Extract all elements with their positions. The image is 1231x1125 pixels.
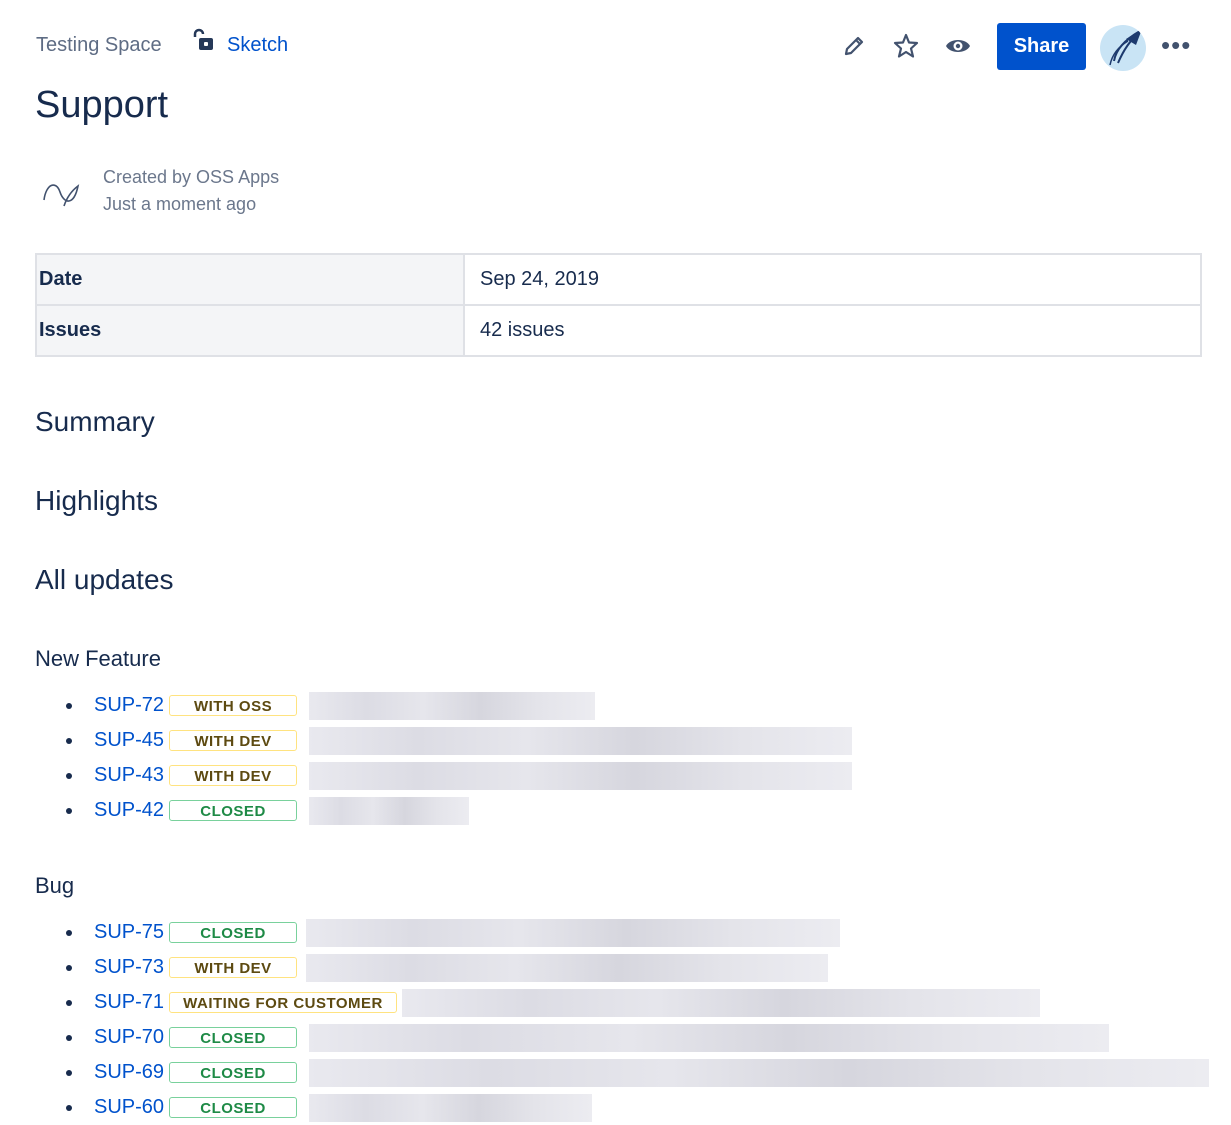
list-item: SUP-72 WITH OSS: [66, 688, 595, 723]
status-badge: CLOSED: [169, 1097, 298, 1118]
status-badge: WITH DEV: [169, 765, 298, 786]
edit-icon[interactable]: [840, 32, 868, 60]
avatar[interactable]: [1100, 25, 1146, 71]
issue-key-link[interactable]: SUP-75: [94, 921, 164, 944]
group-heading: New Feature: [35, 646, 161, 671]
bullet: [66, 737, 72, 744]
list-item: SUP-42 CLOSED: [66, 793, 469, 828]
paper-plane-icon: [1109, 29, 1142, 66]
list-item: SUP-73 WITH DEV: [66, 950, 828, 985]
table-row: Issues 42 issues: [35, 304, 1202, 357]
status-badge: CLOSED: [169, 800, 298, 821]
issue-list: SUP-72 WITH OSS SUP-45 WITH DEV SUP-43 W…: [66, 688, 852, 828]
redacted-summary: [309, 727, 852, 755]
list-item: SUP-71 WAITING FOR CUSTOMER: [66, 985, 1040, 1020]
breadcrumb-space[interactable]: Testing Space: [36, 34, 162, 57]
list-item: SUP-69 CLOSED: [66, 1055, 1209, 1090]
status-badge: CLOSED: [169, 1027, 298, 1048]
creator-logo-icon: [43, 184, 80, 207]
bullet: [66, 1069, 72, 1076]
status-badge: WITH OSS: [169, 695, 298, 716]
more-actions-button[interactable]: •••: [1161, 30, 1191, 61]
page-title: Support: [35, 84, 169, 126]
issue-key-link[interactable]: SUP-72: [94, 694, 164, 717]
watch-icon[interactable]: [944, 32, 972, 60]
issue-key-link[interactable]: SUP-42: [94, 799, 164, 822]
byline-author[interactable]: Created by OSS Apps: [103, 167, 279, 188]
redacted-summary: [309, 1024, 1109, 1052]
share-button[interactable]: Share: [997, 23, 1086, 70]
redacted-summary: [402, 989, 1040, 1017]
bullet: [66, 772, 72, 779]
redacted-summary: [306, 954, 828, 982]
list-item: SUP-70 CLOSED: [66, 1020, 1109, 1055]
bullet: [66, 1034, 72, 1041]
bullet: [66, 702, 72, 709]
redacted-summary: [306, 919, 840, 947]
heading-all-updates: All updates: [35, 564, 174, 595]
property-value: 42 issues: [463, 304, 1202, 357]
status-badge: WITH DEV: [169, 957, 298, 978]
property-value: Sep 24, 2019: [463, 253, 1202, 306]
redacted-summary: [309, 797, 469, 825]
issue-key-link[interactable]: SUP-60: [94, 1096, 164, 1119]
bullet: [66, 929, 72, 936]
issue-list: SUP-75 CLOSED SUP-73 WITH DEV SUP-71 WAI…: [66, 915, 1209, 1125]
status-badge: WITH DEV: [169, 730, 298, 751]
page-properties-table: Date Sep 24, 2019 Issues 42 issues: [35, 253, 1202, 357]
bullet: [66, 964, 72, 971]
redacted-summary: [309, 762, 852, 790]
issue-key-link[interactable]: SUP-73: [94, 956, 164, 979]
redacted-summary: [309, 1094, 592, 1122]
star-icon[interactable]: [892, 32, 920, 60]
bullet: [66, 999, 72, 1006]
unlock-icon[interactable]: [190, 28, 216, 54]
group-heading: Bug: [35, 873, 75, 898]
bullet: [66, 807, 72, 814]
list-item: SUP-60 CLOSED: [66, 1090, 592, 1125]
byline-time: Just a moment ago: [103, 194, 257, 214]
list-item: SUP-45 WITH DEV: [66, 723, 852, 758]
status-badge: WAITING FOR CUSTOMER: [169, 992, 398, 1013]
bullet: [66, 1104, 72, 1111]
breadcrumb-page-link[interactable]: Sketch: [227, 34, 288, 57]
issue-key-link[interactable]: SUP-70: [94, 1026, 164, 1049]
heading-summary: Summary: [35, 406, 155, 437]
redacted-summary: [309, 1059, 1209, 1087]
issue-key-link[interactable]: SUP-45: [94, 729, 164, 752]
issue-key-link[interactable]: SUP-71: [94, 991, 164, 1014]
property-key: Issues: [35, 304, 465, 357]
status-badge: CLOSED: [169, 1062, 298, 1083]
redacted-summary: [309, 692, 595, 720]
list-item: SUP-43 WITH DEV: [66, 758, 852, 793]
property-key: Date: [35, 253, 465, 306]
list-item: SUP-75 CLOSED: [66, 915, 840, 950]
heading-highlights: Highlights: [35, 485, 158, 516]
issue-key-link[interactable]: SUP-43: [94, 764, 164, 787]
table-row: Date Sep 24, 2019: [35, 253, 1202, 306]
issue-key-link[interactable]: SUP-69: [94, 1061, 164, 1084]
status-badge: CLOSED: [169, 922, 298, 943]
